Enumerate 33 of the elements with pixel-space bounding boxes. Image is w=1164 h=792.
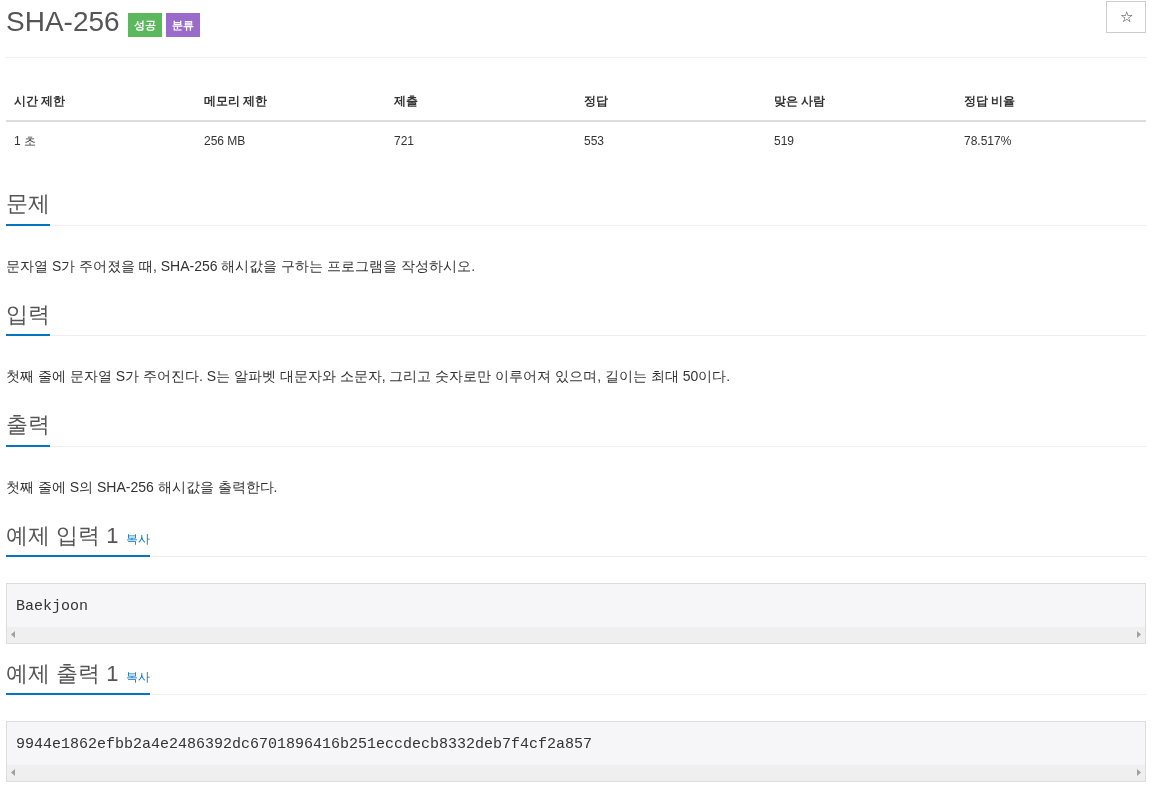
table-header: 메모리 제한 (196, 82, 386, 121)
table-cell: 519 (766, 121, 956, 160)
right-arrow-icon[interactable] (1136, 631, 1141, 638)
table-cell: 78.517% (956, 121, 1146, 160)
table-cell: 553 (576, 121, 766, 160)
section-heading: 출력 (6, 411, 50, 439)
problem-title: SHA-256 (6, 5, 120, 39)
table-cell: 721 (386, 121, 576, 160)
section-heading: 예제 입력 1 (6, 521, 119, 549)
copy-link[interactable]: 복사 (126, 667, 151, 686)
table-cell: 256 MB (196, 121, 386, 160)
right-arrow-icon[interactable] (1136, 769, 1141, 776)
code-text: Baekjoon (15, 597, 89, 617)
star-button[interactable]: ☆ (1106, 1, 1146, 33)
table-header: 정답 비율 (956, 82, 1146, 121)
section-heading: 문제 (6, 190, 50, 218)
code-text: 9944e1862efbb2a4e2486392dc6701896416b251eccdecb8332deb7f4cf2a857 (15, 735, 594, 755)
table-header: 제출 (386, 82, 576, 121)
table-header: 정답 (576, 82, 766, 121)
section-heading: 입력 (6, 300, 50, 328)
table-header: 시간 제한 (6, 82, 196, 121)
section-heading: 예제 출력 1 (6, 659, 119, 687)
table-header: 맞은 사람 (766, 82, 956, 121)
copy-link[interactable]: 복사 (126, 529, 151, 548)
status-badge[interactable]: 분류 (165, 12, 200, 38)
left-arrow-icon[interactable] (11, 631, 16, 638)
left-arrow-icon[interactable] (11, 769, 16, 776)
horizontal-scrollbar[interactable] (7, 626, 1145, 643)
horizontal-scrollbar[interactable] (7, 764, 1145, 781)
section-text: 첫째 줄에 S의 SHA-256 해시값을 출력한다. (6, 477, 279, 497)
section-text: 첫째 줄에 문자열 S가 주어진다. S는 알파벳 대문자와 소문자, 그리고 숫자로만 이루어져 있으며, 길이는 최대 50이다. (6, 367, 732, 386)
section-text: 문자열 S가 주어졌을 때, SHA-256 해시값을 구하는 프로그램을 작성하시오. (6, 256, 477, 276)
table-cell: 1 초 (6, 121, 196, 160)
